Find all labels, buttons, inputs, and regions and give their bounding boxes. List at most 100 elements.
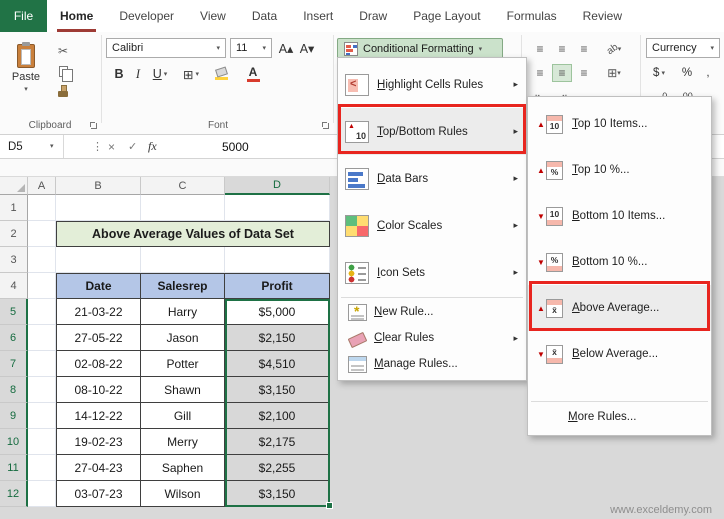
enter-button[interactable]: ✓: [128, 135, 137, 158]
table-cell[interactable]: 08-10-22: [56, 377, 141, 403]
row-header-7[interactable]: 7: [0, 351, 28, 377]
submenu-item-more-rules[interactable]: More Rules...: [528, 403, 711, 431]
align-right-button[interactable]: ≡: [574, 64, 594, 82]
table-cell[interactable]: $2,255: [225, 455, 330, 481]
empty-cell[interactable]: [28, 481, 56, 507]
table-cell[interactable]: Saphen: [141, 455, 225, 481]
menu-item-color-scales[interactable]: Color Scales ▸: [338, 202, 526, 249]
increase-font-size-button[interactable]: A▴: [276, 38, 296, 58]
row-header-12[interactable]: 12: [0, 481, 28, 507]
table-header-cell[interactable]: Salesrep: [141, 273, 225, 299]
borders-button[interactable]: ⊞ ▾: [177, 64, 205, 84]
format-painter-button[interactable]: [52, 82, 74, 100]
row-header-11[interactable]: 11: [0, 455, 28, 481]
table-header-cell[interactable]: Date: [56, 273, 141, 299]
table-cell[interactable]: $3,150: [225, 481, 330, 507]
table-cell[interactable]: 21-03-22: [56, 299, 141, 325]
submenu-item-below-average[interactable]: ▼ x̄ Below Average...: [528, 331, 711, 377]
merge-center-button[interactable]: ⊞ ▾: [600, 64, 628, 82]
menu-item-top-bottom-rules[interactable]: Top/Bottom Rules ▸: [338, 108, 526, 155]
paste-button[interactable]: Paste ▾: [6, 38, 46, 116]
tab-data[interactable]: Data: [239, 0, 290, 32]
number-format-select[interactable]: Currency ▾: [646, 38, 720, 58]
tab-draw[interactable]: Draw: [346, 0, 400, 32]
table-cell[interactable]: 14-12-22: [56, 403, 141, 429]
table-cell[interactable]: 03-07-23: [56, 481, 141, 507]
submenu-item-bottom-10-percent[interactable]: ▼% Bottom 10 %...: [528, 239, 711, 285]
table-header-cell[interactable]: Profit: [225, 273, 330, 299]
table-cell[interactable]: 02-08-22: [56, 351, 141, 377]
tab-developer[interactable]: Developer: [106, 0, 187, 32]
column-header-d[interactable]: D: [225, 177, 330, 195]
row-header-5[interactable]: 5: [0, 299, 28, 325]
menu-item-new-rule[interactable]: New Rule...: [338, 299, 526, 325]
empty-cell[interactable]: [141, 195, 225, 221]
table-cell[interactable]: 19-02-23: [56, 429, 141, 455]
submenu-item-top-10-items[interactable]: ▲ 10 Top 10 Items...: [528, 101, 711, 147]
empty-cell[interactable]: [28, 221, 56, 247]
row-header-1[interactable]: 1: [0, 195, 28, 221]
orientation-button[interactable]: ab ▾: [600, 40, 628, 58]
table-cell[interactable]: 27-05-22: [56, 325, 141, 351]
underline-button[interactable]: U ▾: [147, 64, 173, 84]
empty-cell[interactable]: [141, 247, 225, 273]
worksheet-title-cell[interactable]: Above Average Values of Data Set: [56, 221, 330, 247]
name-box[interactable]: D5 ▾: [0, 135, 64, 158]
table-cell[interactable]: 27-04-23: [56, 455, 141, 481]
table-cell[interactable]: Shawn: [141, 377, 225, 403]
decrease-font-size-button[interactable]: A▾: [297, 38, 317, 58]
column-header-b[interactable]: B: [56, 177, 141, 195]
table-cell[interactable]: $2,100: [225, 403, 330, 429]
copy-button[interactable]: [52, 62, 74, 82]
table-cell[interactable]: Gill: [141, 403, 225, 429]
tab-file[interactable]: File: [0, 0, 47, 32]
menu-item-clear-rules[interactable]: Clear Rules ▸: [338, 325, 526, 351]
empty-cell[interactable]: [28, 299, 56, 325]
active-cell[interactable]: $5,000: [225, 299, 330, 325]
empty-cell[interactable]: [28, 247, 56, 273]
empty-cell[interactable]: [28, 377, 56, 403]
column-header-c[interactable]: C: [141, 177, 225, 195]
tab-insert[interactable]: Insert: [290, 0, 346, 32]
row-header-6[interactable]: 6: [0, 325, 28, 351]
font-dialog-launcher[interactable]: [321, 121, 330, 130]
font-color-button[interactable]: A: [241, 64, 265, 84]
empty-cell[interactable]: [28, 273, 56, 299]
formula-input[interactable]: 5000: [222, 135, 249, 158]
table-cell[interactable]: Wilson: [141, 481, 225, 507]
table-cell[interactable]: Potter: [141, 351, 225, 377]
accounting-format-button[interactable]: $ ▾: [646, 64, 672, 82]
table-cell[interactable]: Merry: [141, 429, 225, 455]
row-header-10[interactable]: 10: [0, 429, 28, 455]
empty-cell[interactable]: [28, 351, 56, 377]
select-all-button[interactable]: [0, 177, 28, 195]
submenu-item-bottom-10-items[interactable]: ▼ 10 Bottom 10 Items...: [528, 193, 711, 239]
empty-cell[interactable]: [56, 195, 141, 221]
menu-item-highlight-cells-rules[interactable]: Highlight Cells Rules ▸: [338, 61, 526, 108]
submenu-item-top-10-percent[interactable]: ▲% Top 10 %...: [528, 147, 711, 193]
menu-item-icon-sets[interactable]: Icon Sets ▸: [338, 249, 526, 296]
tab-view[interactable]: View: [187, 0, 239, 32]
cancel-button[interactable]: ×: [108, 135, 115, 158]
fill-color-button[interactable]: [209, 64, 233, 84]
empty-cell[interactable]: [56, 247, 141, 273]
tab-formulas[interactable]: Formulas: [494, 0, 570, 32]
font-name-combobox[interactable]: Calibri ▾: [106, 38, 226, 58]
table-cell[interactable]: $2,175: [225, 429, 330, 455]
table-cell[interactable]: $2,150: [225, 325, 330, 351]
percent-style-button[interactable]: %: [678, 64, 696, 82]
align-middle-button[interactable]: ≡: [552, 40, 572, 58]
menu-item-data-bars[interactable]: Data Bars ▸: [338, 155, 526, 202]
row-header-4[interactable]: 4: [0, 273, 28, 299]
row-header-2[interactable]: 2: [0, 221, 28, 247]
table-cell[interactable]: $3,150: [225, 377, 330, 403]
row-header-3[interactable]: 3: [0, 247, 28, 273]
empty-cell[interactable]: [28, 195, 56, 221]
column-header-a[interactable]: A: [28, 177, 56, 195]
table-cell[interactable]: Harry: [141, 299, 225, 325]
clipboard-dialog-launcher[interactable]: [89, 121, 98, 130]
table-cell[interactable]: $4,510: [225, 351, 330, 377]
row-header-9[interactable]: 9: [0, 403, 28, 429]
font-size-combobox[interactable]: 11 ▾: [230, 38, 272, 58]
cut-button[interactable]: ✂: [52, 42, 74, 60]
